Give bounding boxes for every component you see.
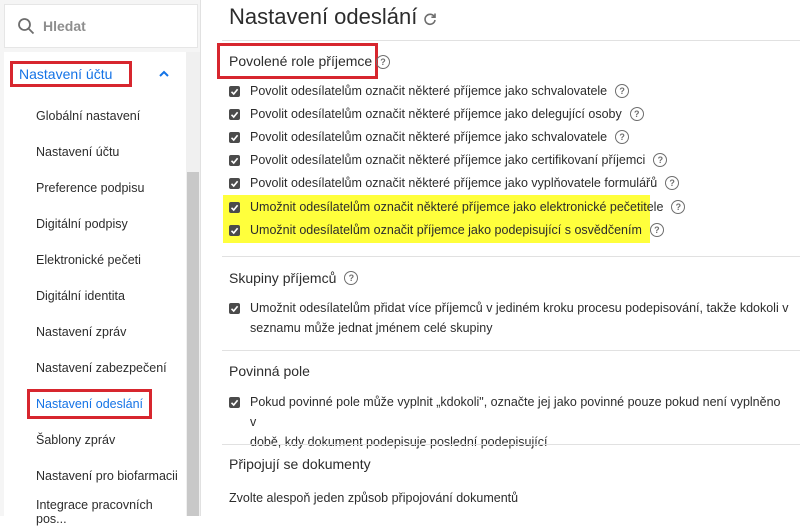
help-icon[interactable]: ? [344,271,359,285]
checkbox-label-line: Pokud povinné pole může vyplnit „kdokoli… [250,395,781,429]
main-content: Nastavení odeslání Povolené role příjemc… [200,0,800,516]
sidebar-item-label: Nastavení účtu [36,145,120,159]
sidebar-item-label: Nastavení zpráv [36,325,127,339]
section-title-text: Povolené role příjemce [229,53,373,69]
checkmark-icon [230,157,239,165]
sidebar-item-label: Nastavení odeslání [27,389,153,419]
checkbox-label: Povolit odesílatelům označit některé pří… [250,107,622,121]
sidebar-item-send-settings[interactable]: Nastavení odeslání [4,386,186,422]
checkbox-checked[interactable] [229,178,240,189]
attach-description: Zvolte alespoň jeden způsob připojování … [229,491,519,505]
sidebar-item-digital-signatures[interactable]: Digitální podpisy [4,206,186,242]
checkbox-row[interactable]: Povolit odesílatelům označit některé pří… [229,83,789,101]
checkbox-row[interactable]: Povolit odesílatelům označit některé pří… [229,152,789,170]
page-title-text: Nastavení odeslání [229,4,418,29]
help-icon[interactable]: ? [649,223,664,237]
search-box[interactable]: Hledat [4,4,198,48]
checkbox-label: Povolit odesílatelům označit některé pří… [250,153,646,167]
search-icon [18,18,35,35]
checkmark-icon [230,399,239,407]
help-icon[interactable]: ? [615,130,630,144]
checkbox-checked[interactable] [229,155,240,166]
checkbox-label: Povolit odesílatelům označit některé pří… [250,176,658,190]
section-title-recipient-roles: Povolené role příjemce [217,43,378,79]
sidebar-nav-list: Globální nastavení Nastavení účtu Prefer… [4,96,186,526]
checkbox-checked[interactable] [229,86,240,97]
sidebar-item-signature-preferences[interactable]: Preference podpisu [4,170,186,206]
sidebar-item-label: Digitální podpisy [36,217,128,231]
section-title-text: Připojují se dokumenty [229,456,371,472]
divider [222,350,800,351]
checkbox-checked[interactable] [229,132,240,143]
sidebar-item-label: Integrace pracovních pos... [36,498,153,526]
sidebar-section-label: Nastavení účtu [10,61,132,87]
checkbox-label: Umožnit odesílatelům označit některé pří… [250,200,664,214]
checkmark-icon [230,88,239,96]
checkbox-label: Umožnit odesílatelům přidat více příjemc… [250,298,788,338]
checkbox-row[interactable]: Povolit odesílatelům označit některé pří… [229,129,789,147]
checkmark-icon [230,204,239,212]
checkmark-icon [230,305,239,313]
sidebar-item-label: Šablony zpráv [36,433,116,447]
checkmark-icon [230,227,239,235]
sidebar-item-label: Nastavení pro biofarmacii [36,469,178,483]
section-title-recipient-groups: Skupiny příjemců ? [229,270,359,286]
checkbox-label: Povolit odesílatelům označit některé pří… [250,84,608,98]
checkmark-icon [230,111,239,119]
checkbox-row[interactable]: Umožnit odesílatelům označit příjemce ja… [229,222,789,240]
help-icon[interactable]: ? [665,176,680,190]
chevron-up-icon [159,70,169,77]
sidebar-item-label: Elektronické pečeti [36,253,141,267]
sidebar-item-biopharma-settings[interactable]: Nastavení pro biofarmacii [4,458,186,494]
section-title-required-fields: Povinná pole [229,363,310,379]
sidebar-item-label: Digitální identita [36,289,125,303]
sidebar-item-account-settings[interactable]: Nastavení účtu [4,134,186,170]
page-title: Nastavení odeslání [229,4,437,30]
sidebar-section-account-settings[interactable]: Nastavení účtu [4,52,186,96]
checkbox-checked[interactable] [229,397,240,408]
sidebar-item-workflow-integration[interactable]: Integrace pracovních pos... [4,494,186,530]
checkbox-checked[interactable] [229,303,240,314]
checkbox-checked[interactable] [229,109,240,120]
divider [222,40,800,41]
divider [222,444,800,445]
help-icon[interactable]: ? [376,55,390,69]
search-placeholder: Hledat [43,18,86,34]
sidebar-scrollbar-thumb[interactable] [187,172,199,516]
section-title-text: Skupiny příjemců [229,270,337,286]
checkbox-label: Povolit odesílatelům označit některé pří… [250,130,608,144]
sidebar-item-message-settings[interactable]: Nastavení zpráv [4,314,186,350]
checkbox-label: Pokud povinné pole může vyplnit „kdokoli… [250,392,789,452]
checkbox-label-line: Umožnit odesílatelům přidat více příjemc… [250,301,789,315]
sidebar-item-label: Preference podpisu [36,181,145,195]
section-title-text: Povinná pole [229,363,310,379]
checkbox-row[interactable]: Povolit odesílatelům označit některé pří… [229,106,789,124]
checkbox-row[interactable]: Umožnit odesílatelům označit některé pří… [229,199,789,217]
checkbox-row[interactable]: Povolit odesílatelům označit některé pří… [229,175,789,193]
divider [222,256,800,257]
sidebar-item-security-settings[interactable]: Nastavení zabezpečení [4,350,186,386]
sidebar: Hledat Nastavení účtu Globální nastavení… [0,0,201,526]
checkmark-icon [230,134,239,142]
checkbox-label-line: době, kdy dokument podepisuje poslední p… [250,435,548,449]
sidebar-item-digital-identity[interactable]: Digitální identita [4,278,186,314]
checkbox-checked[interactable] [229,202,240,213]
help-icon[interactable]: ? [615,84,630,98]
section-title-attaching-documents: Připojují se dokumenty [229,456,371,472]
sidebar-item-label: Nastavení zabezpečení [36,361,167,375]
checkbox-row[interactable]: Umožnit odesílatelům přidat více příjemc… [229,300,789,338]
sidebar-item-global-settings[interactable]: Globální nastavení [4,98,186,134]
checkbox-label: Umožnit odesílatelům označit příjemce ja… [250,223,642,237]
sidebar-item-label: Globální nastavení [36,109,141,123]
checkbox-checked[interactable] [229,225,240,236]
help-icon[interactable]: ? [671,200,686,214]
sidebar-item-message-templates[interactable]: Šablony zpráv [4,422,186,458]
help-icon[interactable]: ? [653,153,668,167]
help-icon[interactable]: ? [629,107,644,121]
checkmark-icon [230,180,239,188]
checkbox-label-line: seznamu může jednat jménem celé skupiny [250,321,493,335]
sidebar-item-electronic-seals[interactable]: Elektronické pečeti [4,242,186,278]
refresh-icon[interactable] [423,12,437,26]
